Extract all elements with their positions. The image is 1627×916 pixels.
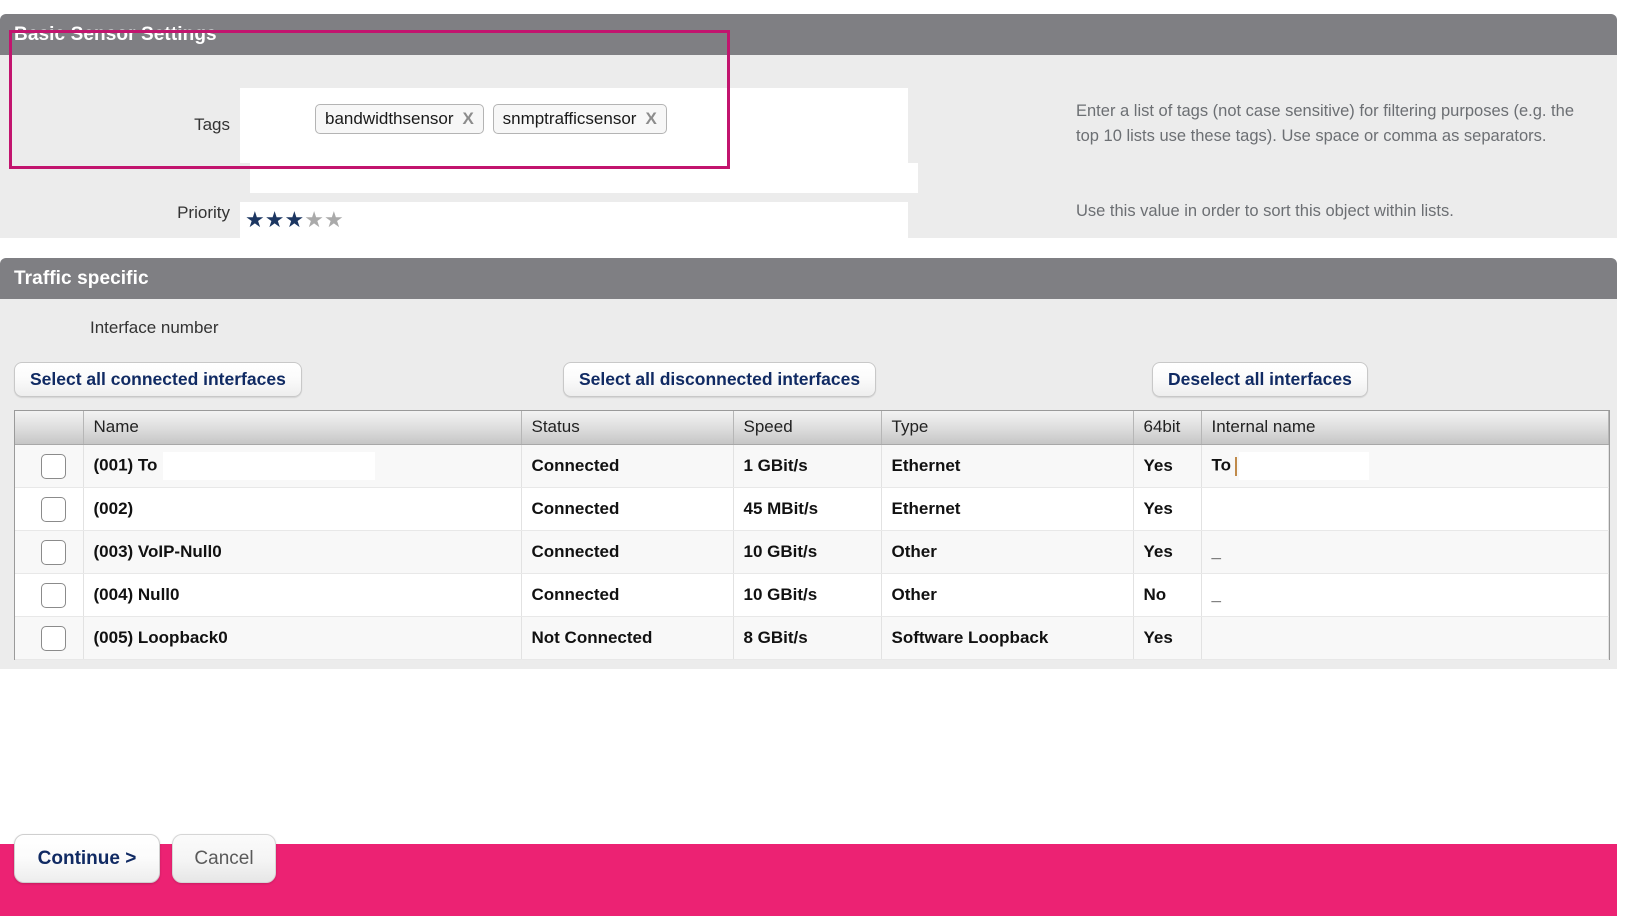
continue-button[interactable]: Continue > — [14, 834, 160, 883]
cell-64bit: Yes — [1133, 444, 1202, 488]
cell-name: (003) VoIP-Null0 — [83, 530, 522, 574]
cell-type: Other — [881, 530, 1134, 574]
cell-name: (005) Loopback0 — [83, 616, 522, 660]
cell-type: Software Loopback — [881, 616, 1134, 660]
interface-name-text: (003) VoIP-Null0 — [93, 542, 222, 561]
header-checkbox — [15, 411, 84, 445]
row-checkbox[interactable] — [41, 539, 67, 565]
basic-settings-title: Basic Sensor Settings — [14, 23, 217, 45]
tag-label: bandwidthsensor — [325, 109, 454, 128]
cell-name: (002) — [83, 487, 522, 531]
priority-star-3[interactable]: ★ — [284, 209, 304, 231]
row-checkbox[interactable] — [41, 582, 67, 608]
cell-type: Ethernet — [881, 487, 1134, 531]
interface-name-text: (002) — [93, 499, 134, 518]
interface-name-text: (004) Null0 — [93, 585, 180, 604]
header-name[interactable]: Name — [83, 411, 522, 445]
interface-name-text: (005) Loopback0 — [93, 628, 228, 647]
internal-name-text: _ — [1211, 585, 1221, 604]
interface-name-text: (001) To — [93, 455, 158, 475]
cell-speed: 8 GBit/s — [733, 616, 882, 660]
table-header-row: Name Status Speed Type 64bit Internal na… — [15, 411, 1609, 445]
cell-speed: 45 MBit/s — [733, 487, 882, 531]
row-checkbox[interactable] — [41, 496, 67, 522]
tag-remove-icon[interactable]: X — [645, 109, 656, 129]
cell-internal-name: _ — [1201, 530, 1609, 574]
row-checkbox-cell[interactable] — [15, 487, 84, 531]
wizard-action-buttons: Continue > Cancel — [14, 834, 276, 883]
traffic-specific-header: Traffic specific — [0, 258, 1617, 299]
traffic-specific-panel: Traffic specific Interface number Select… — [0, 258, 1617, 916]
table-row[interactable]: (005) Loopback0 Not Connected 8 GBit/s Soft… — [15, 616, 1609, 660]
cell-internal-name — [1201, 616, 1609, 660]
cell-name: (001) To — [83, 444, 522, 488]
row-checkbox[interactable] — [41, 625, 67, 651]
priority-star-1[interactable]: ★ — [245, 209, 265, 231]
cell-64bit: Yes — [1133, 530, 1202, 574]
internal-name-text: To — [1211, 455, 1232, 475]
cell-type: Ethernet — [881, 444, 1134, 488]
cell-64bit: Yes — [1133, 616, 1202, 660]
row-checkbox-cell[interactable] — [15, 530, 84, 574]
select-all-disconnected-button[interactable]: Select all disconnected interfaces — [563, 362, 877, 397]
table-row[interactable]: (004) Null0 Connected 10 GBit/s Other No _ — [15, 573, 1609, 617]
redaction-block — [163, 452, 376, 480]
cell-speed: 1 GBit/s — [733, 444, 882, 488]
tag-chip-snmptrafficsensor[interactable]: snmptrafficsensor X — [492, 104, 667, 134]
interfaces-table: Name Status Speed Type 64bit Internal na… — [14, 410, 1610, 660]
cell-status: Connected — [521, 444, 734, 488]
table-row[interactable]: (001) To Connected 1 GBit/s Ethernet Yes To — [15, 444, 1609, 488]
tags-field-continuation — [250, 163, 918, 193]
select-all-connected-button[interactable]: Select all connected interfaces — [14, 362, 302, 397]
header-64bit[interactable]: 64bit — [1133, 411, 1202, 445]
row-checkbox-cell[interactable] — [15, 616, 84, 660]
tags-row: Tags bandwidthsensor X snmptrafficsensor… — [0, 88, 908, 163]
tag-remove-icon[interactable]: X — [463, 109, 474, 129]
cell-status: Connected — [521, 530, 734, 574]
cell-name: (004) Null0 — [83, 573, 522, 617]
tags-input[interactable]: bandwidthsensor X snmptrafficsensor X — [240, 88, 908, 163]
cell-status: Not Connected — [521, 616, 734, 660]
row-checkbox-cell[interactable] — [15, 444, 84, 488]
tags-label: Tags — [194, 115, 230, 134]
header-internal-name[interactable]: Internal name — [1201, 411, 1609, 445]
internal-name-text: _ — [1211, 542, 1221, 561]
priority-label: Priority — [177, 203, 230, 222]
tags-help-text: Enter a list of tags (not case sensitive… — [1076, 102, 1574, 145]
text-cursor — [1235, 456, 1238, 476]
row-checkbox[interactable] — [41, 453, 67, 479]
redaction-block — [1239, 452, 1370, 480]
priority-star-2[interactable]: ★ — [265, 209, 285, 231]
cell-64bit: No — [1133, 573, 1202, 617]
basic-sensor-settings-panel: Basic Sensor Settings Tags bandwidthsens… — [0, 14, 1617, 238]
traffic-specific-title: Traffic specific — [14, 267, 149, 289]
cell-status: Connected — [521, 573, 734, 617]
priority-star-4[interactable]: ★ — [304, 209, 324, 231]
header-type[interactable]: Type — [881, 411, 1134, 445]
cell-status: Connected — [521, 487, 734, 531]
priority-stars[interactable]: ★ ★ ★ ★ ★ — [240, 202, 908, 238]
priority-star-5[interactable]: ★ — [324, 209, 344, 231]
cell-type: Other — [881, 573, 1134, 617]
header-status[interactable]: Status — [521, 411, 734, 445]
cell-speed: 10 GBit/s — [733, 530, 882, 574]
cell-speed: 10 GBit/s — [733, 573, 882, 617]
priority-row: Priority ★ ★ ★ ★ ★ — [0, 202, 908, 238]
priority-help-text: Use this value in order to sort this obj… — [1076, 202, 1454, 220]
deselect-all-interfaces-button[interactable]: Deselect all interfaces — [1152, 362, 1368, 397]
cell-64bit: Yes — [1133, 487, 1202, 531]
interface-number-label: Interface number — [90, 318, 219, 337]
tag-chip-bandwidthsensor[interactable]: bandwidthsensor X — [315, 104, 484, 134]
cell-internal-name — [1201, 487, 1609, 531]
table-row[interactable]: (002) Connected 45 MBit/s Ethernet Yes — [15, 487, 1609, 531]
cancel-button[interactable]: Cancel — [172, 834, 276, 883]
tag-label: snmptrafficsensor — [502, 109, 637, 128]
cell-internal-name: To — [1201, 444, 1609, 488]
row-checkbox-cell[interactable] — [15, 573, 84, 617]
basic-settings-header: Basic Sensor Settings — [0, 14, 1617, 55]
header-speed[interactable]: Speed — [733, 411, 882, 445]
cell-internal-name: _ — [1201, 573, 1609, 617]
table-row[interactable]: (003) VoIP-Null0 Connected 10 GBit/s Other Y… — [15, 530, 1609, 574]
